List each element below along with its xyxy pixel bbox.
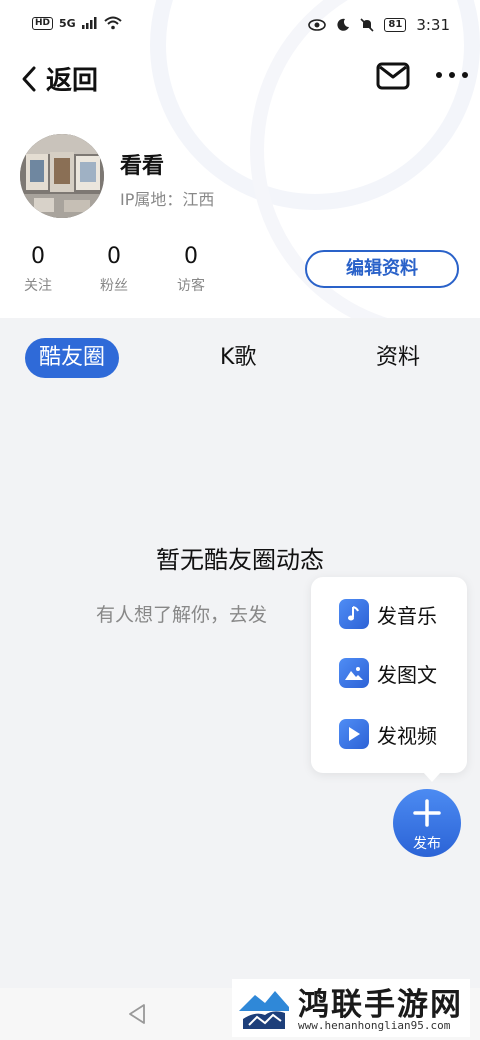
watermark-logo <box>235 981 293 1035</box>
back-button[interactable]: 返回 <box>18 60 98 97</box>
stat-visitors[interactable]: 0 访客 <box>161 244 221 295</box>
stat-label: 访客 <box>177 278 205 294</box>
avatar-image <box>20 134 104 218</box>
tab-profile-info[interactable]: 资料 <box>376 338 420 378</box>
eye-icon <box>308 19 327 31</box>
tab-bar: 酷友圈 K歌 资料 <box>0 338 480 380</box>
stat-value: 0 <box>31 244 45 269</box>
plus-icon <box>413 799 441 827</box>
stat-following[interactable]: 0 关注 <box>8 244 68 295</box>
menu-item-label: 发视频 <box>377 723 437 748</box>
stat-value: 0 <box>184 244 198 269</box>
stat-label: 粉丝 <box>100 278 128 294</box>
publish-button[interactable]: 发布 <box>393 789 461 857</box>
signal-label: 5G <box>59 16 76 30</box>
battery-level: 81 <box>384 18 407 32</box>
watermark-title: 鸿联手游网 <box>298 987 463 1023</box>
clock: 3:31 <box>416 16 450 34</box>
stat-label: 关注 <box>24 278 52 294</box>
signal-icon <box>81 17 97 29</box>
ip-location: IP属地：江西 <box>120 190 215 209</box>
publish-label: 发布 <box>413 836 441 852</box>
tab-karaoke[interactable]: K歌 <box>220 338 256 378</box>
network-label: HD <box>32 16 54 30</box>
wifi-icon <box>104 16 122 30</box>
mail-icon[interactable] <box>376 62 410 90</box>
more-icon[interactable] <box>434 60 470 90</box>
publish-image-text-item[interactable]: 发图文 <box>339 658 437 688</box>
publish-video-item[interactable]: 发视频 <box>339 719 437 749</box>
status-bar: HD 5G 81 3:31 <box>0 0 480 52</box>
stat-fans[interactable]: 0 粉丝 <box>84 244 144 295</box>
publish-music-item[interactable]: 发音乐 <box>339 599 437 629</box>
menu-item-label: 发图文 <box>377 662 437 687</box>
edit-profile-button[interactable]: 编辑资料 <box>305 250 459 288</box>
tab-moments[interactable]: 酷友圈 <box>25 338 120 378</box>
image-icon <box>339 658 369 688</box>
user-info: 看看 IP属地：江西 <box>20 134 460 224</box>
menu-item-label: 发音乐 <box>377 603 437 628</box>
chevron-left-icon <box>22 66 36 91</box>
profile-header: HD 5G 81 3:31 返回 看看 IP属地：江西 0 关注 0 粉丝 0 … <box>0 0 480 318</box>
play-icon <box>339 719 369 749</box>
user-name: 看看 <box>120 154 165 179</box>
watermark: 鸿联手游网 www.henanhonglian95.com <box>232 979 470 1037</box>
music-note-icon <box>339 599 369 629</box>
nav-bar: 返回 <box>0 54 480 100</box>
moon-icon <box>337 18 350 31</box>
empty-state-subtitle: 有人想了解你，去发 <box>96 604 268 626</box>
mute-bell-icon <box>360 18 374 32</box>
publish-menu: 发音乐 发图文 发视频 <box>311 577 467 782</box>
empty-state-title: 暂无酷友圈动态 <box>156 546 324 574</box>
avatar[interactable] <box>20 134 104 218</box>
stat-value: 0 <box>107 244 121 269</box>
watermark-url: www.henanhonglian95.com <box>298 1019 451 1032</box>
nav-back-icon[interactable] <box>126 1002 148 1026</box>
back-label: 返回 <box>46 66 99 96</box>
